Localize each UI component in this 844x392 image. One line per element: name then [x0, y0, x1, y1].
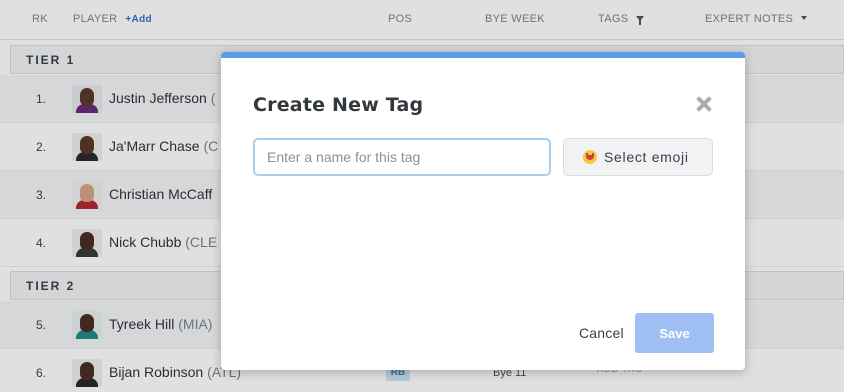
save-button[interactable]: Save: [635, 313, 714, 353]
modal-title: Create New Tag: [253, 94, 424, 116]
modal-accent-bar: [221, 52, 745, 58]
tag-name-input[interactable]: [253, 138, 551, 176]
close-icon[interactable]: [693, 93, 715, 115]
create-tag-modal: Create New Tag Select emoji Cancel Save: [221, 52, 745, 370]
select-emoji-label: Select emoji: [604, 149, 689, 165]
grinning-face-icon: [583, 150, 597, 164]
cancel-button[interactable]: Cancel: [579, 325, 624, 341]
select-emoji-button[interactable]: Select emoji: [563, 138, 713, 176]
